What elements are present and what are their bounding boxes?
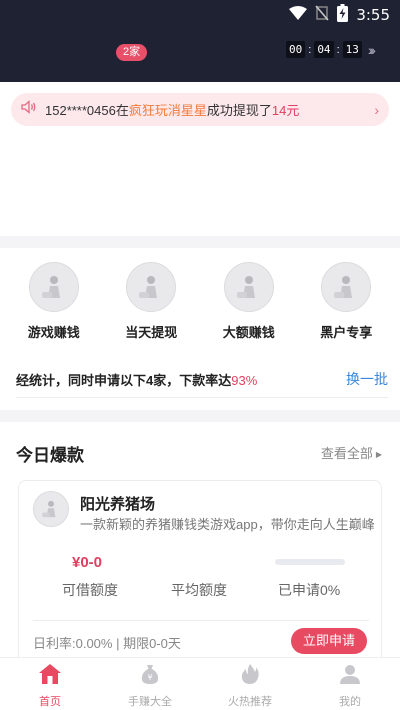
stats-line: 经统计，同时申请以下4家，下款率达93% 换一批 bbox=[16, 369, 388, 389]
category-same-day-withdraw[interactable]: 当天提现 bbox=[106, 262, 196, 341]
app-header: 3:55 2家 00 : 04 : 13 ››› bbox=[0, 0, 400, 82]
countdown-timer[interactable]: 00 : 04 : 13 ››› bbox=[286, 41, 376, 58]
user-icon bbox=[339, 663, 361, 690]
status-bar: 3:55 bbox=[289, 3, 390, 27]
view-all-label: 查看全部 bbox=[320, 446, 373, 461]
notice-game: 疯狂玩消星星 bbox=[128, 103, 207, 118]
category-label: 黑户专享 bbox=[320, 325, 373, 340]
countdown-minutes: 04 bbox=[314, 41, 334, 58]
apply-progress-bar bbox=[275, 559, 345, 565]
notice-middle: 成功提现了 bbox=[206, 103, 272, 118]
no-signal-icon bbox=[315, 5, 329, 26]
stats-percent: 93% bbox=[231, 372, 258, 388]
money-bag-icon: ¥ bbox=[139, 663, 161, 690]
wifi-icon bbox=[289, 5, 308, 25]
countdown-separator: : bbox=[336, 43, 340, 56]
category-label: 当天提现 bbox=[125, 325, 178, 340]
speaker-icon bbox=[21, 100, 37, 119]
interest-and-term: 日利率:0.00% | 期限0-0天 bbox=[33, 636, 181, 651]
tab-label: 首页 bbox=[39, 696, 61, 708]
section-title: 今日爆款 bbox=[16, 446, 84, 465]
category-large-amount-icon bbox=[223, 262, 274, 312]
tab-label: 手赚大全 bbox=[128, 696, 172, 708]
tab-label: 我的 bbox=[339, 696, 361, 708]
category-large-amount[interactable]: 大额赚钱 bbox=[204, 262, 294, 341]
notice-amount: 14元 bbox=[271, 103, 300, 118]
product-avatar bbox=[33, 491, 69, 527]
category-game-earn-icon bbox=[28, 262, 79, 312]
countdown-hours: 00 bbox=[286, 41, 306, 58]
product-card[interactable]: 阳光养猪场 一款新颖的养猪赚钱类游戏app，带你走向人生巅峰 ¥0-0 可借额度… bbox=[18, 480, 382, 670]
tab-profile[interactable]: 我的 bbox=[300, 658, 400, 710]
tab-earn-collection[interactable]: ¥ 手赚大全 bbox=[100, 658, 200, 710]
product-description: 一款新颖的养猪赚钱类游戏app，带你走向人生巅峰 bbox=[80, 517, 375, 532]
category-game-earn[interactable]: 游戏赚钱 bbox=[9, 262, 99, 341]
limit-label: 可借额度 bbox=[62, 582, 118, 598]
withdrawal-notice[interactable]: 152****0456在疯狂玩消星星成功提现了14元 › bbox=[11, 93, 389, 126]
battery-charging-icon bbox=[337, 3, 349, 27]
loan-amount-value: ¥0-0 bbox=[72, 554, 103, 571]
category-blacklist-exclusive-icon bbox=[321, 262, 372, 312]
double-chevron-right-icon[interactable]: ››› bbox=[368, 42, 376, 58]
svg-text:¥: ¥ bbox=[147, 673, 152, 682]
stats-divider bbox=[16, 397, 388, 398]
tab-hot-recommend[interactable]: 火热推荐 bbox=[200, 658, 300, 710]
stats-text: 经统计，同时申请以下4家，下款率达93% bbox=[16, 370, 257, 389]
swap-batch-button[interactable]: 换一批 bbox=[346, 369, 388, 389]
category-grid: 游戏赚钱 当天提现 大额赚钱 黑户专享 bbox=[0, 262, 400, 341]
count-badge: 2家 bbox=[116, 44, 148, 61]
countdown-separator: : bbox=[308, 43, 312, 56]
category-same-day-withdraw-icon bbox=[126, 262, 177, 312]
applied-label: 已申请0% bbox=[278, 582, 341, 598]
section-divider bbox=[0, 236, 400, 248]
card-divider bbox=[33, 620, 369, 621]
bottom-tab-bar: 首页 ¥ 手赚大全 火热推荐 我的 bbox=[0, 657, 400, 710]
notice-text: 152****0456在疯狂玩消星星成功提现了14元 bbox=[45, 100, 374, 119]
apply-now-button[interactable]: 立即申请 bbox=[290, 628, 367, 654]
flame-icon bbox=[240, 663, 260, 690]
product-name: 阳光养猪场 bbox=[80, 496, 156, 513]
category-blacklist-exclusive[interactable]: 黑户专享 bbox=[301, 262, 391, 341]
status-time: 3:55 bbox=[356, 6, 390, 24]
countdown-seconds: 13 bbox=[342, 41, 362, 58]
category-label: 大额赚钱 bbox=[222, 325, 275, 340]
view-all-link[interactable]: 查看全部 ▶ bbox=[321, 443, 382, 462]
notice-user: 152****0456在 bbox=[45, 103, 129, 118]
tab-label: 火热推荐 bbox=[228, 696, 272, 708]
section-divider bbox=[0, 410, 400, 422]
average-label: 平均额度 bbox=[171, 582, 227, 598]
triangle-right-icon: ▶ bbox=[375, 450, 382, 460]
stats-sentence: 经统计，同时申请以下4家，下款率达 bbox=[16, 372, 232, 388]
category-label: 游戏赚钱 bbox=[27, 325, 80, 340]
home-icon bbox=[38, 663, 62, 690]
chevron-right-icon[interactable]: › bbox=[374, 102, 379, 118]
tab-home[interactable]: 首页 bbox=[0, 658, 100, 710]
